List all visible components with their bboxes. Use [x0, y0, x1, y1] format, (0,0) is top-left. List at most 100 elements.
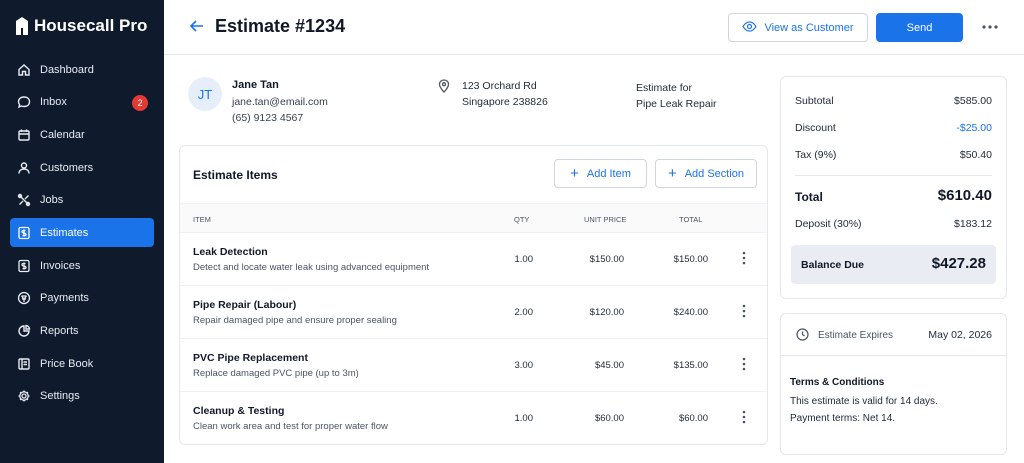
sidebar-item-jobs[interactable]: Jobs [10, 186, 154, 215]
estimate-items-title: Estimate Items [193, 168, 278, 182]
subtotal-row: Subtotal $585.00 [795, 95, 992, 107]
sidebar-item-label: Payments [40, 292, 89, 305]
sidebar-item-label: Customers [40, 161, 94, 174]
sidebar-item-price-book[interactable]: Price Book [10, 349, 154, 378]
brand-logo[interactable]: Housecall Pro [16, 16, 147, 36]
total-row: Total $610.40 [795, 187, 992, 204]
inbox-count-badge: 2 [132, 94, 148, 111]
estimate-expires-date: May 02, 2026 [928, 329, 992, 341]
add-item-button[interactable]: + Add Item [554, 159, 647, 188]
terms-line: Payment terms: Net 14. [790, 413, 896, 424]
calendar-icon [17, 128, 31, 142]
item-qty: 1.00 [514, 413, 534, 424]
terms-line: This estimate is valid for 14 days. [790, 396, 938, 407]
kebab-menu-icon[interactable] [738, 248, 750, 268]
location-pin-icon [438, 79, 450, 93]
estimate-for-value: Pipe Leak Repair [636, 98, 717, 110]
estimate-for: Estimate for Pipe Leak Repair [636, 80, 717, 112]
table-header: ITEM QTY UNIT PRICE TOTAL [180, 203, 767, 233]
sidebar-item-label: Price Book [40, 357, 94, 370]
item-qty: 3.00 [514, 360, 534, 371]
subtotal-label: Subtotal [795, 95, 834, 107]
invoice-icon [17, 259, 31, 273]
item-unit-price: $45.00 [594, 360, 624, 371]
discount-row: Discount -$25.00 [795, 122, 992, 134]
reports-icon [17, 324, 31, 338]
address-line2: Singapore 238826 [462, 96, 548, 108]
sidebar-item-payments[interactable]: Payments [10, 284, 154, 313]
view-as-customer-button[interactable]: View as Customer [728, 13, 868, 42]
item-name: Leak Detection [193, 246, 268, 258]
column-header-qty: QTY [514, 215, 530, 224]
item-qty: 1.00 [514, 254, 534, 265]
home-icon [17, 63, 31, 77]
discount-value[interactable]: -$25.00 [956, 122, 992, 134]
sidebar-item-invoices[interactable]: Invoices [10, 251, 154, 280]
item-description: Clean work area and test for proper wate… [193, 421, 388, 432]
sidebar-nav: Dashboard Inbox 2 Calendar Customers Job… [10, 55, 154, 415]
send-button[interactable]: Send [876, 13, 963, 42]
discount-label: Discount [795, 122, 836, 134]
kebab-menu-icon[interactable] [738, 407, 750, 427]
total-value: $610.40 [937, 187, 992, 204]
estimate-for-label: Estimate for [636, 82, 693, 94]
deposit-row: Deposit (30%) $183.12 [795, 218, 992, 230]
brand-name: Housecall Pro [34, 16, 148, 35]
item-name: Cleanup & Testing [193, 405, 285, 417]
estimate-items-card: Estimate Items + Add Item + Add Section … [179, 145, 768, 445]
add-item-label: Add Item [586, 167, 631, 180]
book-icon [17, 357, 31, 371]
tools-icon [17, 193, 31, 207]
sidebar-item-calendar[interactable]: Calendar [10, 120, 154, 149]
main-content: Estimate #1234 View as Customer Send JT … [164, 0, 1024, 463]
eye-icon [742, 20, 758, 35]
item-description: Replace damaged PVC pipe (up to 3m) [193, 368, 359, 379]
table-row[interactable]: PVC Pipe Replacement Replace damaged PVC… [180, 339, 767, 392]
sidebar-item-inbox[interactable]: Inbox 2 [10, 88, 154, 117]
tax-row: Tax (9%) $50.40 [795, 149, 992, 161]
sidebar-item-reports[interactable]: Reports [10, 317, 154, 346]
sidebar-item-estimates[interactable]: Estimates [10, 218, 154, 248]
table-row[interactable]: Pipe Repair (Labour) Repair damaged pipe… [180, 286, 767, 339]
tax-label: Tax (9%) [795, 149, 837, 161]
tax-value: $50.40 [959, 149, 992, 161]
sidebar-item-label: Estimates [40, 226, 89, 239]
chat-bubble-icon [17, 95, 31, 109]
item-total: $135.00 [673, 360, 708, 371]
sidebar-item-customers[interactable]: Customers [10, 153, 154, 182]
kebab-menu-icon[interactable] [738, 354, 750, 374]
deposit-label: Deposit (30%) [795, 218, 862, 230]
balance-due-label: Balance Due [801, 259, 865, 271]
item-unit-price: $120.00 [589, 307, 624, 318]
total-label: Total [795, 190, 823, 204]
column-header-total: TOTAL [679, 215, 703, 224]
table-row[interactable]: Cleanup & Testing Clean work area and te… [180, 392, 767, 444]
plus-icon: + [667, 164, 677, 182]
sidebar-item-label: Reports [40, 325, 79, 337]
sidebar-item-label: Settings [40, 390, 80, 403]
estimate-expires-label: Estimate Expires [818, 330, 894, 341]
item-unit-price: $150.00 [589, 254, 624, 265]
balance-due-box: Balance Due $427.28 [791, 245, 996, 284]
sidebar-item-settings[interactable]: Settings [10, 382, 154, 411]
sidebar-item-dashboard[interactable]: Dashboard [10, 55, 154, 84]
add-section-button[interactable]: + Add Section [655, 159, 757, 188]
page-title: Estimate #1234 [215, 16, 346, 36]
page-header: Estimate #1234 View as Customer Send [164, 0, 1024, 55]
expiry-terms-card: Estimate Expires May 02, 2026 Terms & Co… [780, 313, 1007, 455]
kebab-menu-icon[interactable] [738, 301, 750, 321]
plus-icon: + [570, 164, 579, 182]
back-arrow-icon[interactable] [188, 17, 206, 35]
item-total: $240.00 [673, 307, 708, 318]
item-qty: 2.00 [514, 307, 534, 318]
table-row[interactable]: Leak Detection Detect and locate water l… [180, 233, 767, 286]
item-name: PVC Pipe Replacement [193, 352, 308, 364]
item-total: $60.00 [678, 413, 708, 424]
subtotal-value: $585.00 [954, 95, 992, 107]
column-header-unit-price: UNIT PRICE [584, 215, 627, 224]
ellipsis-icon[interactable] [980, 19, 1000, 35]
customer-name: Jane Tan [232, 79, 279, 91]
sidebar: Housecall Pro Dashboard Inbox 2 Calendar… [0, 0, 164, 463]
gear-icon [17, 389, 31, 403]
estimate-expires-row: Estimate Expires May 02, 2026 [781, 314, 1006, 356]
